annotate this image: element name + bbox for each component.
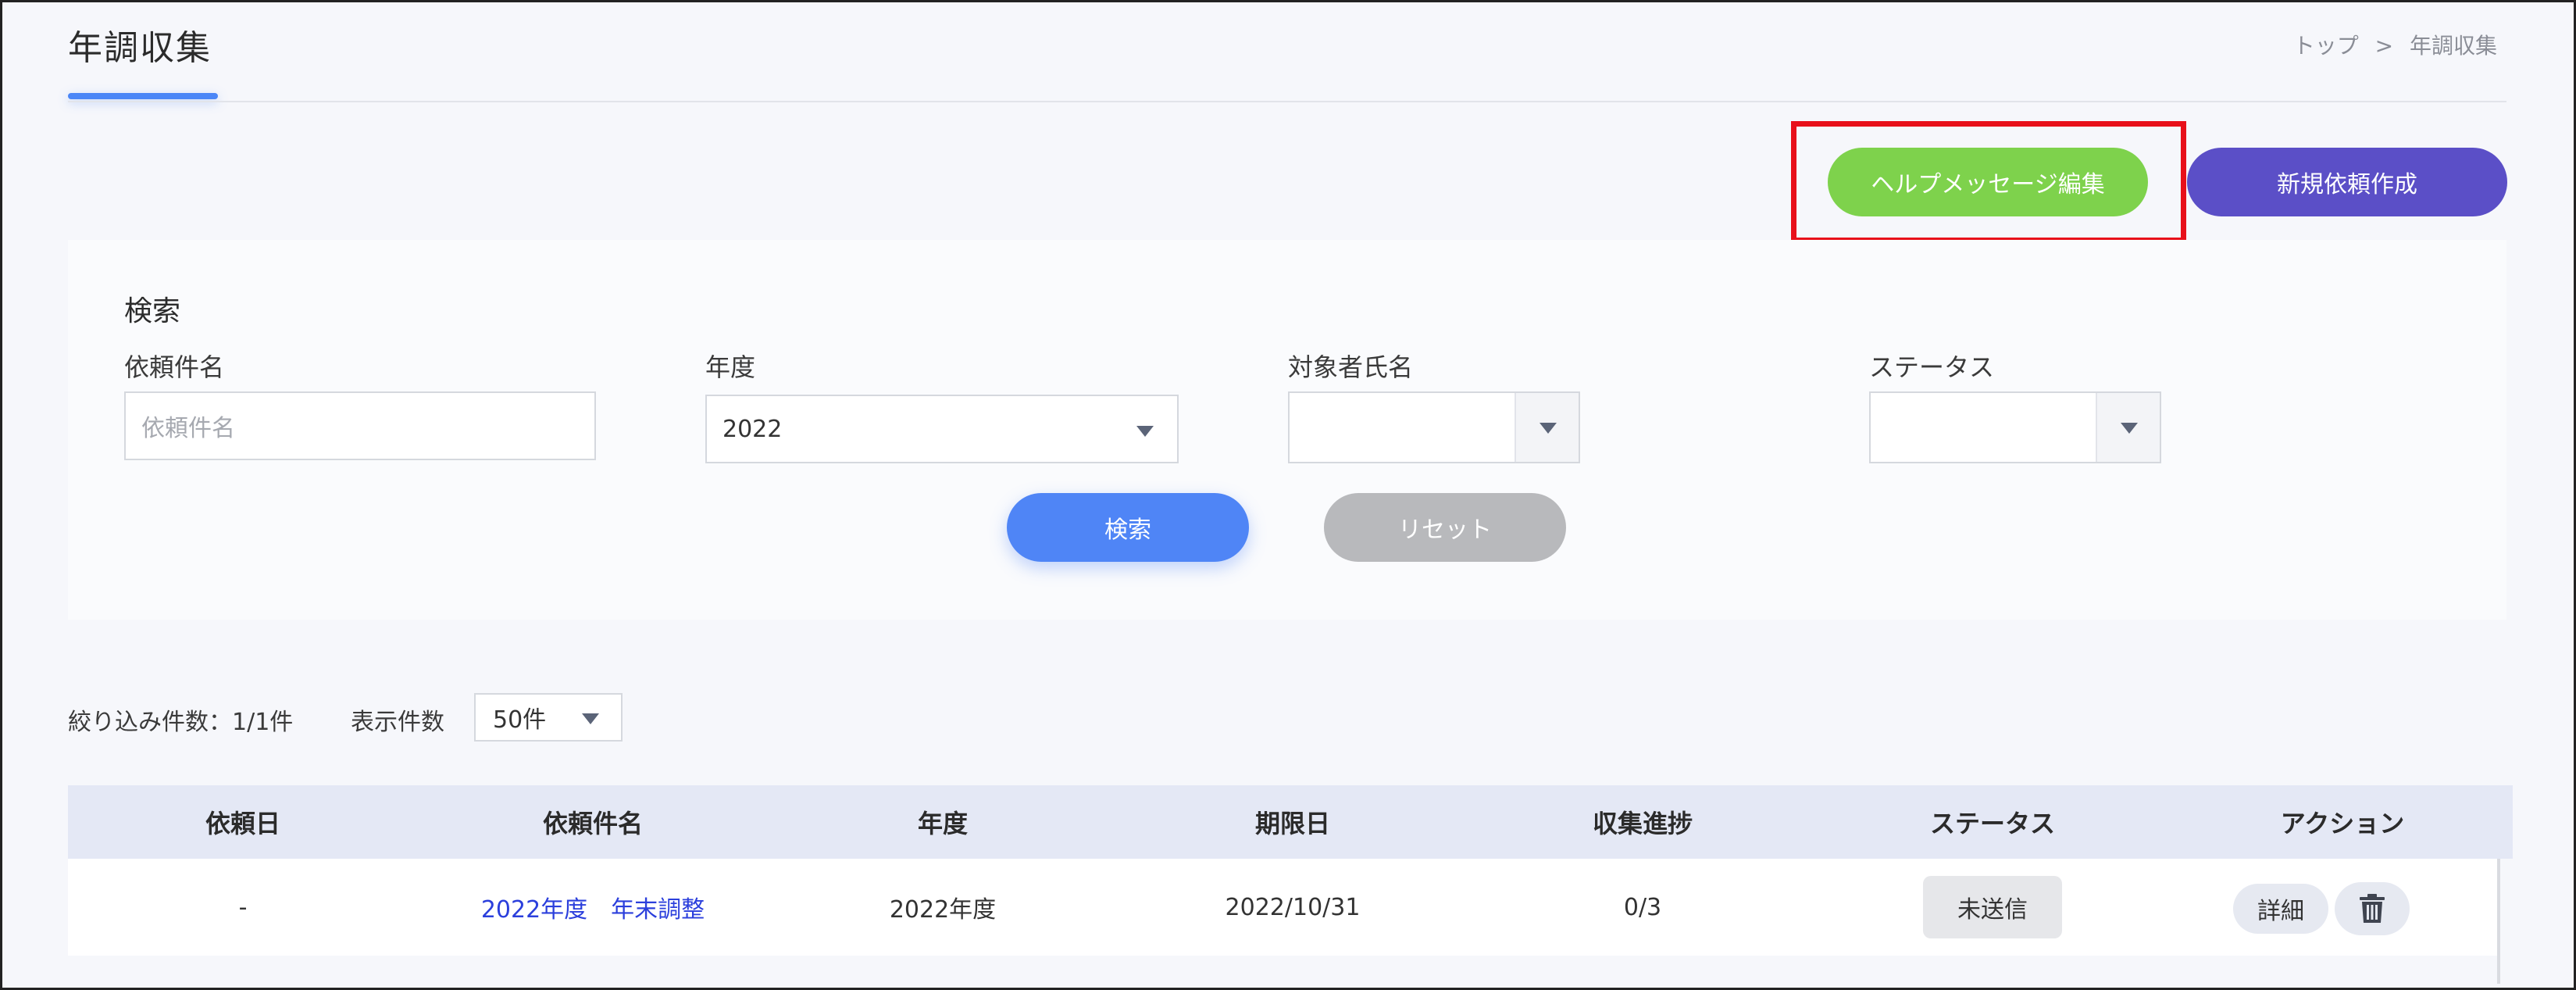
status-badge: 未送信 bbox=[1923, 876, 2062, 938]
reset-button[interactable]: リセット bbox=[1324, 493, 1566, 562]
help-message-edit-button[interactable]: ヘルプメッセージ編集 bbox=[1828, 148, 2148, 216]
new-request-button[interactable]: 新規依頼作成 bbox=[2187, 148, 2507, 216]
breadcrumb-home[interactable]: トップ bbox=[2293, 33, 2359, 59]
request-name-label: 依頼件名 bbox=[124, 352, 225, 382]
table-row: - 2022年度 年末調整 2022年度 2022/10/31 0/3 未送信 bbox=[68, 859, 2497, 956]
per-page-label: 表示件数 bbox=[351, 709, 444, 736]
column-header-request-name: 依頼件名 bbox=[542, 809, 643, 838]
status-dropdown-toggle[interactable] bbox=[2096, 393, 2160, 462]
column-header-action: アクション bbox=[2280, 809, 2405, 838]
chevron-down-icon bbox=[1540, 423, 1557, 434]
trash-icon bbox=[2360, 894, 2385, 923]
table-scrollbar[interactable] bbox=[2497, 859, 2500, 984]
active-tab-indicator bbox=[68, 93, 218, 99]
request-name-link[interactable]: 2022年度 年末調整 bbox=[418, 859, 768, 956]
cell-year: 2022年度 bbox=[889, 896, 997, 924]
chevron-down-icon bbox=[1136, 426, 1154, 437]
per-page-select[interactable]: 50件 bbox=[474, 693, 623, 742]
detail-button[interactable]: 詳細 bbox=[2233, 884, 2328, 934]
year-select[interactable]: 2022 bbox=[705, 395, 1179, 463]
chevron-down-icon bbox=[582, 713, 599, 724]
column-header-year: 年度 bbox=[917, 809, 968, 838]
breadcrumb: トップ > 年調収集 bbox=[2289, 29, 2502, 60]
cell-due-date: 2022/10/31 bbox=[1225, 893, 1361, 921]
table-header: 依頼日 依頼件名 年度 期限日 収集進捗 ステータス アクション bbox=[68, 785, 2513, 859]
filter-count: 絞り込み件数：1/1件 bbox=[68, 709, 294, 736]
per-page-value: 50件 bbox=[493, 706, 547, 734]
search-panel: 検索 依頼件名 依頼件名 年度 2022 対象者氏名 ステータス 検索 リセット bbox=[68, 240, 2506, 620]
breadcrumb-separator: > bbox=[2374, 33, 2394, 59]
status-label: ステータス bbox=[1869, 352, 1995, 382]
column-header-due-date: 期限日 bbox=[1254, 809, 1330, 838]
page-title: 年調収集 bbox=[68, 28, 212, 68]
status-select[interactable] bbox=[1869, 391, 2161, 463]
target-name-select[interactable] bbox=[1288, 391, 1580, 463]
chevron-down-icon bbox=[2121, 423, 2138, 434]
target-name-label: 対象者氏名 bbox=[1288, 352, 1414, 382]
app-frame: 年調収集 トップ > 年調収集 ヘルプメッセージ編集 新規依頼作成 検索 依頼件… bbox=[0, 0, 2576, 990]
cell-request-date: - bbox=[238, 893, 248, 921]
search-button[interactable]: 検索 bbox=[1007, 493, 1249, 562]
column-header-request-date: 依頼日 bbox=[205, 809, 280, 838]
year-label: 年度 bbox=[705, 352, 756, 382]
cell-status: 未送信 bbox=[1818, 859, 2167, 956]
search-title: 検索 bbox=[124, 295, 181, 327]
breadcrumb-current: 年調収集 bbox=[2409, 33, 2497, 59]
header-divider bbox=[68, 101, 2506, 102]
request-name-input[interactable]: 依頼件名 bbox=[124, 391, 596, 460]
column-header-progress: 収集進捗 bbox=[1592, 809, 1693, 838]
cell-progress: 0/3 bbox=[1623, 893, 1662, 921]
year-select-value: 2022 bbox=[722, 415, 783, 443]
target-name-dropdown-toggle[interactable] bbox=[1515, 393, 1579, 462]
delete-button[interactable] bbox=[2335, 882, 2410, 935]
column-header-status: ステータス bbox=[1929, 809, 2055, 838]
